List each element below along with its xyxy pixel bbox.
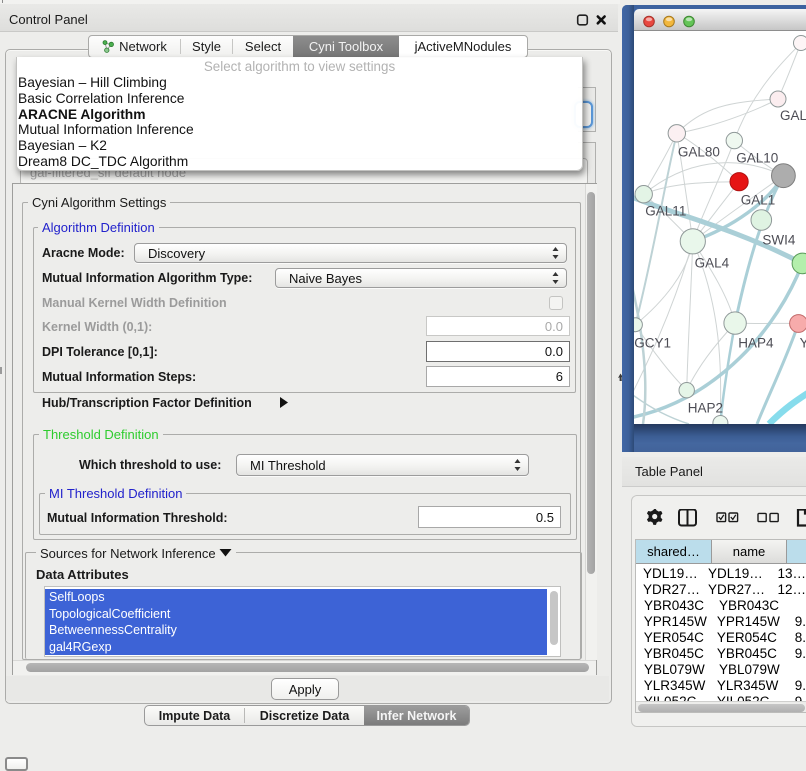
svg-text:GAL4: GAL4 xyxy=(695,256,730,271)
svg-text:GCY1: GCY1 xyxy=(634,336,671,351)
svg-text:SWI4: SWI4 xyxy=(762,233,795,248)
svg-text:GAL1: GAL1 xyxy=(741,193,776,208)
svg-text:HAP4: HAP4 xyxy=(738,336,774,351)
svg-text:GAL80: GAL80 xyxy=(678,145,720,160)
svg-text:YJ: YJ xyxy=(800,336,806,351)
svg-text:GAL7: GAL7 xyxy=(780,108,806,123)
svg-text:GAL10: GAL10 xyxy=(736,151,778,166)
svg-text:GAL11: GAL11 xyxy=(645,204,686,219)
svg-text:HAP2: HAP2 xyxy=(688,401,723,416)
